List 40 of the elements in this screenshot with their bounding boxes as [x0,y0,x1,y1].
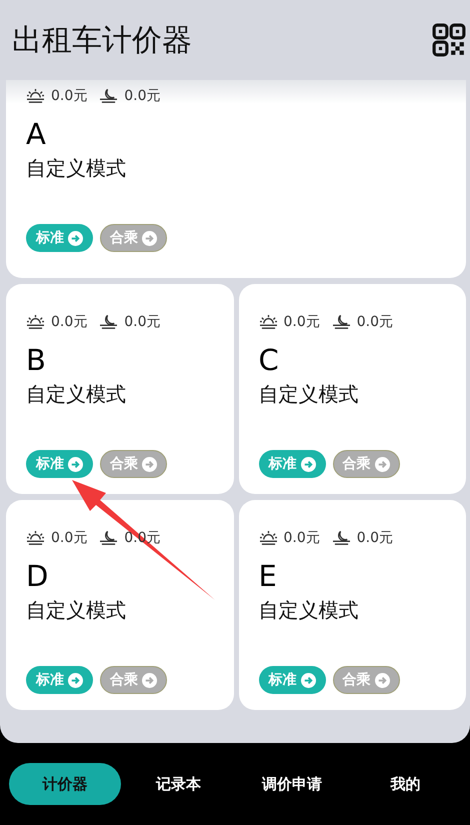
mode-button[interactable]: 标准 [26,450,93,478]
nav-tab[interactable]: 调价申请 [236,763,348,805]
mode-label: 自定义模式 [258,381,360,408]
sunrise-icon [26,530,45,546]
mode-button[interactable]: 标准 [26,224,93,252]
night-fare: 0.0元 [356,529,394,547]
mode-button[interactable]: 标准 [26,666,93,694]
card-letter: D [26,558,50,594]
moon-icon [99,88,118,104]
day-fare: 0.0元 [51,87,88,105]
day-fare: 0.0元 [284,529,320,547]
day-fare: 0.0元 [51,313,88,331]
sunrise-icon [258,530,278,546]
sunrise-icon [26,88,45,104]
card-letter: C [258,342,280,378]
mode-label: 自定义模式 [26,155,127,182]
sunrise-icon [258,314,278,330]
nav-tab[interactable]: 我的 [349,763,462,805]
nav-tab[interactable]: 记录本 [122,763,234,805]
night-fare: 0.0元 [124,313,161,331]
night-fare: 0.0元 [124,87,161,105]
card-letter: B [26,342,47,378]
day-fare: 0.0元 [284,313,320,331]
mode-label: 自定义模式 [258,597,360,624]
card-letter: E [258,558,278,594]
qr-code-icon[interactable] [432,23,466,57]
nav-tab[interactable]: 计价器 [8,763,121,805]
night-fare: 0.0元 [356,313,394,331]
moon-icon [332,530,351,546]
day-fare: 0.0元 [51,529,88,547]
mode-button[interactable]: 标准 [258,666,326,694]
mode-label: 自定义模式 [26,597,127,624]
mode-button[interactable]: 标准 [258,450,326,478]
moon-icon [99,530,118,546]
sunrise-icon [26,314,45,330]
mode-label: 自定义模式 [26,381,127,408]
moon-icon [99,314,118,330]
app-title: 出租车计价器 [12,22,192,60]
card-letter: A [26,116,47,152]
moon-icon [332,314,351,330]
